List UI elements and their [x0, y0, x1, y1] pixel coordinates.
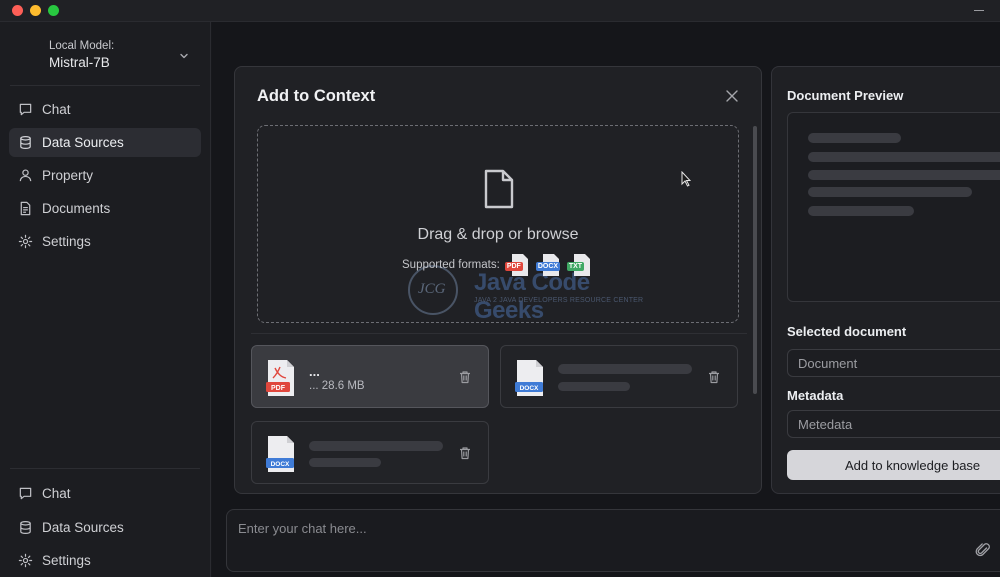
sidebar-item-label: Data Sources [42, 520, 124, 535]
file-icon [484, 169, 514, 209]
sidebar-item-label: Chat [42, 486, 71, 501]
window-titlebar [0, 0, 1000, 22]
sidebar-item-data-sources[interactable]: Data Sources [9, 128, 201, 157]
docx-file-icon: DOCX [266, 436, 294, 472]
dropzone-text: Drag & drop or browse [417, 226, 579, 243]
sidebar-item-settings[interactable]: Settings [9, 227, 201, 256]
database-icon [20, 135, 31, 150]
sidebar-bottom-item-data-sources[interactable]: Data Sources [9, 513, 201, 542]
minimize-icon[interactable] [974, 10, 984, 11]
add-to-context-modal: Add to Context Drag & drop or browse JCG… [234, 66, 762, 494]
selected-document-input[interactable]: Document [787, 349, 1000, 377]
gear-icon [18, 234, 33, 249]
skeleton-line [558, 382, 630, 391]
sidebar-item-chat[interactable]: Chat [9, 95, 201, 124]
skeleton-line [808, 133, 901, 143]
mouse-cursor-icon [681, 171, 691, 187]
modal-scrollbar[interactable] [753, 126, 757, 394]
txt-format-icon: TXT [566, 253, 593, 277]
sidebar-item-label: Documents [42, 201, 111, 216]
metadata-input[interactable]: Metedata [787, 410, 1000, 438]
skeleton-line [808, 206, 914, 216]
skeleton-line [808, 152, 1000, 162]
close-icon[interactable] [725, 89, 739, 103]
watermark-logo-text: JCG [418, 281, 446, 297]
document-preview [787, 112, 1000, 302]
file-card-pdf[interactable]: PDF ... ... 28.6 MB [251, 345, 489, 408]
selected-document-label: Selected document [787, 324, 907, 339]
document-icon [20, 201, 31, 216]
zoom-window-button[interactable] [48, 5, 59, 16]
file-dropzone[interactable]: Drag & drop or browse JCG Java Code Geek… [257, 125, 739, 324]
sidebar-item-label: Settings [42, 234, 91, 249]
sidebar-bottom-item-settings[interactable]: Settings [9, 546, 201, 575]
modal-divider [251, 333, 747, 334]
svg-text:PDF: PDF [271, 385, 286, 392]
metadata-label: Metadata [787, 388, 844, 403]
skeleton-line [309, 441, 443, 451]
chat-bubble-icon [19, 103, 32, 116]
model-selector[interactable]: Local Model: Mistral-7B [10, 32, 202, 84]
svg-text:DOCX: DOCX [520, 385, 539, 392]
skeleton-line [558, 364, 692, 374]
sidebar-item-label: Data Sources [42, 135, 124, 150]
minimize-window-button[interactable] [30, 5, 41, 16]
sidebar-item-property[interactable]: Property [9, 161, 201, 190]
format-tag: TXT [566, 262, 585, 271]
close-window-button[interactable] [12, 5, 23, 16]
pdf-format-icon: PDF [504, 253, 531, 277]
skeleton-line [808, 187, 972, 197]
sidebar-item-label: Property [42, 168, 94, 183]
chat-input[interactable]: Enter your chat here... [226, 509, 1000, 572]
sidebar: Local Model: Mistral-7B Chat Data Source… [0, 22, 211, 577]
file-card-docx[interactable]: DOCX [251, 421, 489, 484]
chevron-down-icon [180, 53, 188, 59]
svg-text:DOCX: DOCX [271, 461, 290, 468]
skeleton-line [309, 458, 381, 467]
trash-icon[interactable] [458, 370, 472, 384]
database-icon [20, 520, 31, 535]
user-icon [19, 169, 32, 182]
preview-title: Document Preview [787, 88, 904, 103]
docx-file-icon: DOCX [515, 360, 543, 396]
sidebar-item-label: Chat [42, 102, 71, 117]
watermark-subtitle: JAVA 2 JAVA DEVELOPERS RESOURCE CENTER [474, 297, 644, 304]
file-card-docx[interactable]: DOCX [500, 345, 738, 408]
add-to-knowledge-base-button[interactable]: Add to knowledge base [787, 450, 1000, 480]
document-preview-panel: Document Preview Selected document Docum… [771, 66, 1000, 494]
paperclip-icon[interactable] [975, 542, 991, 558]
sidebar-item-label: Settings [42, 553, 91, 568]
chat-placeholder: Enter your chat here... [238, 521, 367, 536]
skeleton-line [808, 170, 1000, 180]
format-tag: PDF [504, 262, 523, 271]
file-size: ... 28.6 MB [309, 380, 365, 392]
gear-icon [18, 553, 33, 568]
sidebar-divider [10, 85, 200, 86]
formats-label: Supported formats: [402, 259, 500, 271]
sidebar-divider [10, 468, 200, 469]
sidebar-bottom-item-chat[interactable]: Chat [9, 479, 201, 508]
pdf-file-icon: PDF [266, 360, 294, 396]
trash-icon[interactable] [458, 446, 472, 460]
file-name: ... [309, 364, 320, 379]
format-tag: DOCX [535, 262, 561, 271]
trash-icon[interactable] [707, 370, 721, 384]
chat-bubble-icon [19, 487, 32, 500]
docx-format-icon: DOCX [535, 253, 562, 277]
supported-formats: Supported formats: PDF DOCX TXT [402, 253, 593, 277]
modal-title: Add to Context [257, 87, 376, 105]
sidebar-item-documents[interactable]: Documents [9, 194, 201, 223]
